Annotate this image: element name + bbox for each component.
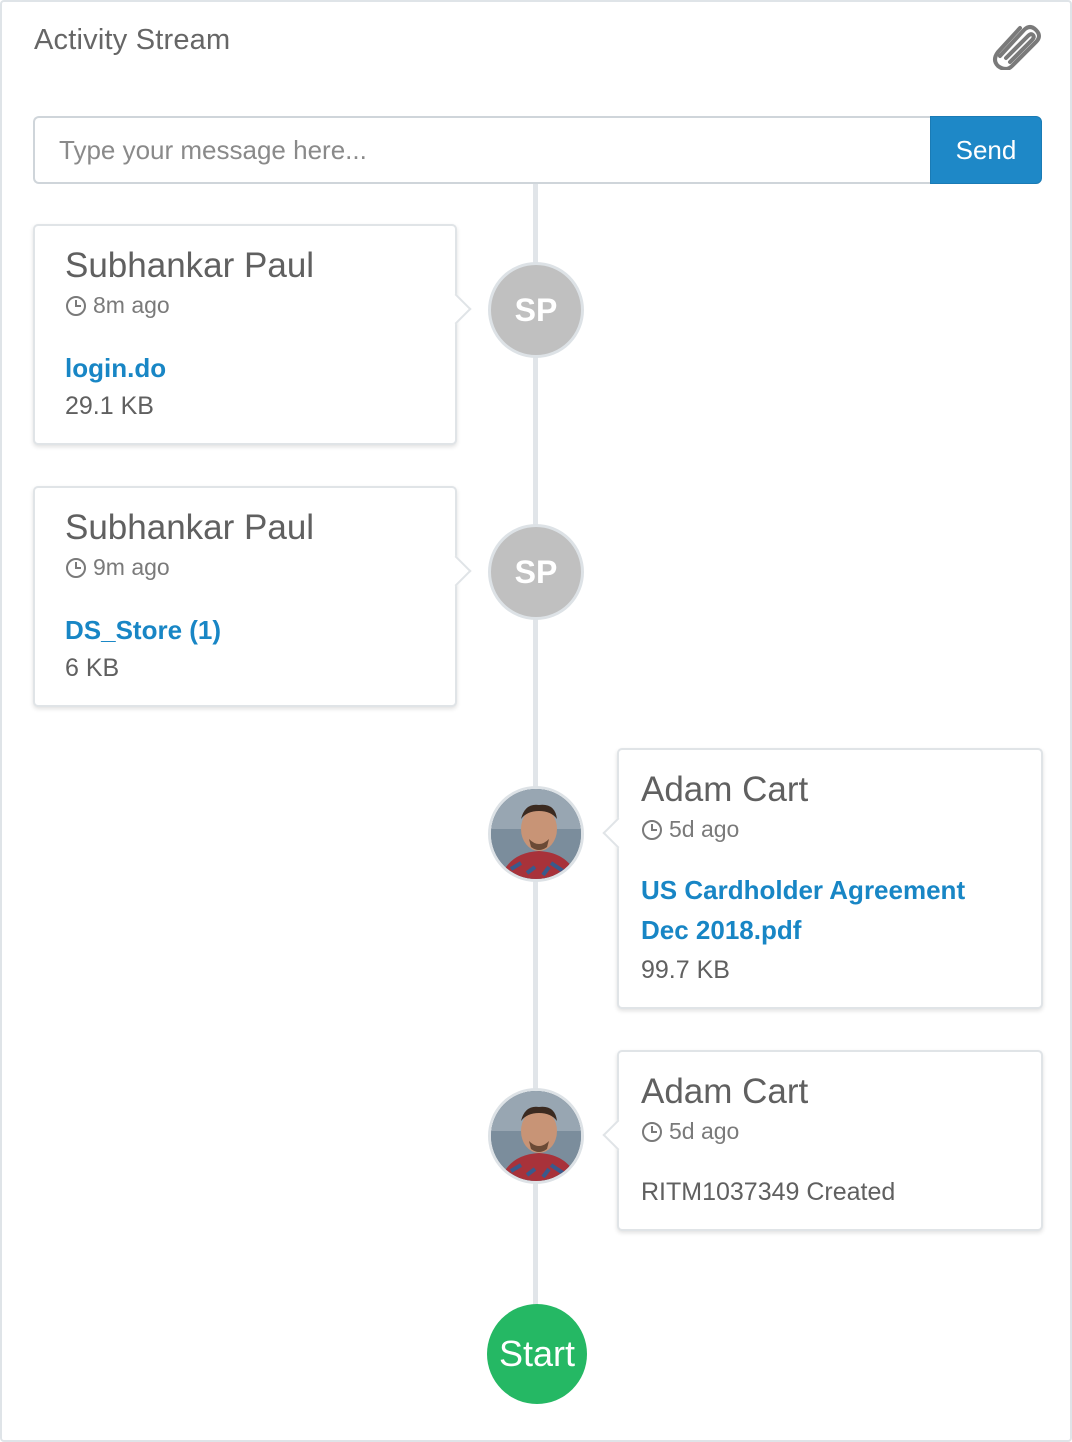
avatar: SP <box>488 262 584 358</box>
attachment-size: 99.7 KB <box>641 956 730 984</box>
card-pointer <box>440 293 472 325</box>
panel-title: Activity Stream <box>34 24 231 56</box>
activity-card: Subhankar Paul 8m ago login.do 29.1 KB <box>33 224 472 445</box>
user-photo-avatar <box>488 1088 584 1184</box>
message-composer: Send <box>33 116 1042 184</box>
user-photo-avatar <box>488 786 584 882</box>
card-pointer <box>602 817 634 849</box>
attachment-link[interactable]: US Cardholder Agreement Dec 2018.pdf <box>641 870 965 950</box>
clock-icon <box>66 295 86 316</box>
activity-card: Adam Cart 5d ago US Cardholder Agreement… <box>602 748 1043 1009</box>
card-author: Adam Cart <box>641 770 809 809</box>
attachment-size: 6 KB <box>65 654 120 682</box>
attachment-link-line: US Cardholder Agreement <box>641 875 966 905</box>
card-timestamp: 8m ago <box>65 292 170 319</box>
attachment-link[interactable]: DS_Store (1) <box>65 610 221 650</box>
clock-icon <box>642 819 662 840</box>
attachment-size: 29.1 KB <box>65 392 154 420</box>
paperclip-icon[interactable] <box>986 16 1046 71</box>
message-input[interactable] <box>33 116 930 184</box>
card-timestamp: 9m ago <box>65 554 170 581</box>
activity-card: Subhankar Paul 9m ago DS_Store (1) 6 KB <box>33 486 472 707</box>
card-author: Subhankar Paul <box>65 246 315 285</box>
send-button[interactable]: Send <box>930 116 1042 184</box>
attachment-link[interactable]: login.do <box>65 348 166 388</box>
card-time-text: 9m ago <box>93 554 170 580</box>
card-time-text: 8m ago <box>93 292 170 318</box>
card-pointer <box>440 555 472 587</box>
card-author: Adam Cart <box>641 1072 809 1111</box>
card-timestamp: 5d ago <box>641 816 739 843</box>
activity-message: RITM1037349 Created <box>641 1178 896 1206</box>
clock-icon <box>642 1121 662 1142</box>
clock-icon <box>66 557 86 578</box>
avatar: SP <box>488 524 584 620</box>
timeline-start-node: Start <box>487 1304 587 1404</box>
card-author: Subhankar Paul <box>65 508 315 547</box>
card-pointer <box>602 1119 634 1151</box>
activity-card: Adam Cart 5d ago RITM1037349 Created <box>602 1050 1043 1231</box>
card-time-text: 5d ago <box>669 816 740 842</box>
card-time-text: 5d ago <box>669 1118 740 1144</box>
attachment-link-line: Dec 2018.pdf <box>641 915 802 945</box>
card-timestamp: 5d ago <box>641 1118 739 1145</box>
activity-stream-panel: Activity Stream Send Subhankar Paul 8m a… <box>0 0 1072 1442</box>
